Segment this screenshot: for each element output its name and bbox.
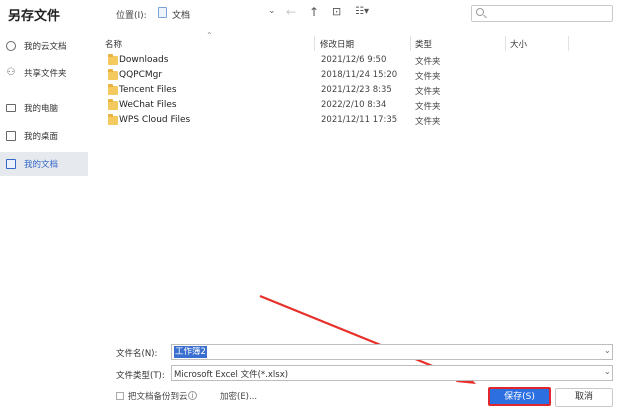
cancel-button[interactable]: 取消: [555, 388, 613, 407]
filename-value[interactable]: 工作簿2: [174, 346, 207, 358]
backup-to-cloud-label: 把文档备份到云: [128, 392, 188, 402]
filetype-label: 文件类型(T):: [116, 371, 165, 381]
chevron-down-icon[interactable]: ⌄: [604, 346, 611, 355]
encrypt-link[interactable]: 加密(E)...: [220, 390, 257, 402]
save-button[interactable]: 保存(S): [488, 387, 551, 406]
backup-to-cloud-checkbox[interactable]: [116, 392, 124, 400]
filename-label: 文件名(N):: [116, 349, 158, 359]
chevron-down-icon[interactable]: ⌄: [604, 367, 611, 376]
filename-input[interactable]: [171, 344, 613, 360]
info-icon[interactable]: i: [188, 391, 197, 400]
filetype-value: Microsoft Excel 文件(*.xlsx): [174, 370, 289, 380]
